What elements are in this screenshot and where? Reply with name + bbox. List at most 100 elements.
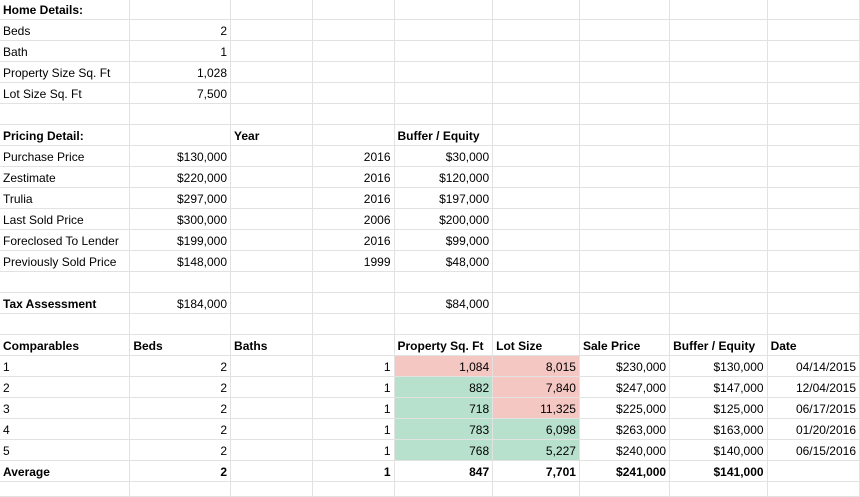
sheet-cell[interactable]: $148,000 bbox=[129, 250, 232, 272]
sheet-cell[interactable]: Buffer / Equity bbox=[669, 334, 768, 356]
sheet-cell[interactable] bbox=[0, 271, 131, 293]
sheet-cell[interactable] bbox=[492, 19, 580, 41]
sheet-cell[interactable] bbox=[230, 355, 314, 377]
sheet-cell[interactable]: 8,015 bbox=[492, 355, 580, 377]
sheet-cell[interactable]: 1,028 bbox=[129, 61, 232, 83]
sheet-cell[interactable] bbox=[492, 61, 580, 83]
sheet-cell[interactable] bbox=[312, 313, 395, 335]
sheet-cell[interactable] bbox=[767, 166, 860, 188]
sheet-cell[interactable] bbox=[579, 0, 671, 20]
sheet-cell[interactable]: $225,000 bbox=[579, 397, 671, 419]
sheet-cell[interactable] bbox=[492, 229, 580, 251]
sheet-cell[interactable] bbox=[492, 145, 580, 167]
sheet-cell[interactable]: $240,000 bbox=[579, 439, 671, 461]
sheet-cell[interactable]: 1 bbox=[312, 418, 395, 440]
sheet-cell[interactable]: Average bbox=[0, 460, 131, 482]
sheet-cell[interactable] bbox=[669, 166, 768, 188]
sheet-cell[interactable]: 6,098 bbox=[492, 418, 580, 440]
sheet-cell[interactable] bbox=[230, 397, 314, 419]
sheet-cell[interactable]: $141,000 bbox=[669, 460, 768, 482]
sheet-cell[interactable]: 06/15/2016 bbox=[767, 439, 860, 461]
sheet-cell[interactable]: $147,000 bbox=[669, 376, 768, 398]
sheet-cell[interactable]: Foreclosed To Lender bbox=[0, 229, 131, 251]
sheet-cell[interactable] bbox=[230, 187, 314, 209]
sheet-cell[interactable] bbox=[394, 271, 494, 293]
sheet-cell[interactable]: Buffer / Equity bbox=[394, 124, 494, 146]
sheet-cell[interactable] bbox=[492, 292, 580, 314]
sheet-cell[interactable] bbox=[312, 19, 395, 41]
sheet-cell[interactable] bbox=[669, 229, 768, 251]
sheet-cell[interactable] bbox=[492, 250, 580, 272]
sheet-cell[interactable]: Bath bbox=[0, 40, 131, 62]
sheet-cell[interactable]: 1 bbox=[312, 439, 395, 461]
sheet-cell[interactable] bbox=[312, 481, 395, 497]
sheet-cell[interactable]: $163,000 bbox=[669, 418, 768, 440]
sheet-cell[interactable]: $140,000 bbox=[669, 439, 768, 461]
sheet-cell[interactable] bbox=[579, 481, 671, 497]
sheet-cell[interactable]: $199,000 bbox=[129, 229, 232, 251]
sheet-cell[interactable]: Sale Price bbox=[579, 334, 671, 356]
sheet-cell[interactable] bbox=[669, 19, 768, 41]
sheet-cell[interactable]: Tax Assessment bbox=[0, 292, 131, 314]
sheet-cell[interactable]: 2 bbox=[0, 376, 131, 398]
sheet-cell[interactable] bbox=[492, 208, 580, 230]
sheet-cell[interactable] bbox=[0, 481, 131, 497]
sheet-cell[interactable]: $30,000 bbox=[394, 145, 494, 167]
sheet-cell[interactable] bbox=[230, 481, 314, 497]
sheet-cell[interactable] bbox=[767, 124, 860, 146]
sheet-cell[interactable]: Trulia bbox=[0, 187, 131, 209]
sheet-cell[interactable] bbox=[312, 61, 395, 83]
sheet-cell[interactable]: $130,000 bbox=[669, 355, 768, 377]
sheet-cell[interactable]: $197,000 bbox=[394, 187, 494, 209]
sheet-cell[interactable] bbox=[230, 103, 314, 125]
sheet-cell[interactable]: $48,000 bbox=[394, 250, 494, 272]
sheet-cell[interactable] bbox=[579, 292, 671, 314]
sheet-cell[interactable] bbox=[579, 271, 671, 293]
sheet-cell[interactable] bbox=[579, 19, 671, 41]
sheet-cell[interactable] bbox=[669, 145, 768, 167]
sheet-cell[interactable]: Year bbox=[230, 124, 314, 146]
sheet-cell[interactable]: $263,000 bbox=[579, 418, 671, 440]
sheet-cell[interactable]: 7,840 bbox=[492, 376, 580, 398]
sheet-cell[interactable] bbox=[669, 124, 768, 146]
sheet-cell[interactable] bbox=[767, 271, 860, 293]
sheet-cell[interactable]: $230,000 bbox=[579, 355, 671, 377]
sheet-cell[interactable]: 5 bbox=[0, 439, 131, 461]
sheet-cell[interactable] bbox=[394, 481, 494, 497]
sheet-cell[interactable]: 882 bbox=[394, 376, 494, 398]
sheet-cell[interactable] bbox=[230, 208, 314, 230]
sheet-cell[interactable]: 3 bbox=[0, 397, 131, 419]
sheet-cell[interactable] bbox=[312, 82, 395, 104]
sheet-cell[interactable]: $220,000 bbox=[129, 166, 232, 188]
sheet-cell[interactable] bbox=[579, 208, 671, 230]
sheet-cell[interactable]: $297,000 bbox=[129, 187, 232, 209]
sheet-cell[interactable] bbox=[230, 40, 314, 62]
sheet-cell[interactable] bbox=[579, 187, 671, 209]
sheet-cell[interactable] bbox=[230, 418, 314, 440]
sheet-cell[interactable] bbox=[230, 250, 314, 272]
sheet-cell[interactable] bbox=[767, 61, 860, 83]
sheet-cell[interactable] bbox=[669, 82, 768, 104]
sheet-cell[interactable] bbox=[230, 82, 314, 104]
sheet-cell[interactable] bbox=[767, 103, 860, 125]
sheet-cell[interactable] bbox=[394, 103, 494, 125]
sheet-cell[interactable] bbox=[669, 313, 768, 335]
sheet-cell[interactable] bbox=[492, 187, 580, 209]
sheet-cell[interactable] bbox=[579, 250, 671, 272]
sheet-cell[interactable]: $241,000 bbox=[579, 460, 671, 482]
sheet-cell[interactable] bbox=[492, 271, 580, 293]
sheet-cell[interactable] bbox=[767, 208, 860, 230]
sheet-cell[interactable]: 7,701 bbox=[492, 460, 580, 482]
sheet-cell[interactable] bbox=[767, 40, 860, 62]
sheet-cell[interactable] bbox=[230, 439, 314, 461]
sheet-cell[interactable]: 2016 bbox=[312, 229, 395, 251]
sheet-cell[interactable]: 1 bbox=[312, 460, 395, 482]
sheet-cell[interactable] bbox=[129, 313, 232, 335]
sheet-cell[interactable] bbox=[492, 481, 580, 497]
sheet-cell[interactable] bbox=[669, 187, 768, 209]
sheet-cell[interactable] bbox=[579, 40, 671, 62]
sheet-cell[interactable] bbox=[312, 292, 395, 314]
sheet-cell[interactable] bbox=[312, 334, 395, 356]
sheet-cell[interactable]: 847 bbox=[394, 460, 494, 482]
sheet-cell[interactable]: 2 bbox=[129, 355, 232, 377]
